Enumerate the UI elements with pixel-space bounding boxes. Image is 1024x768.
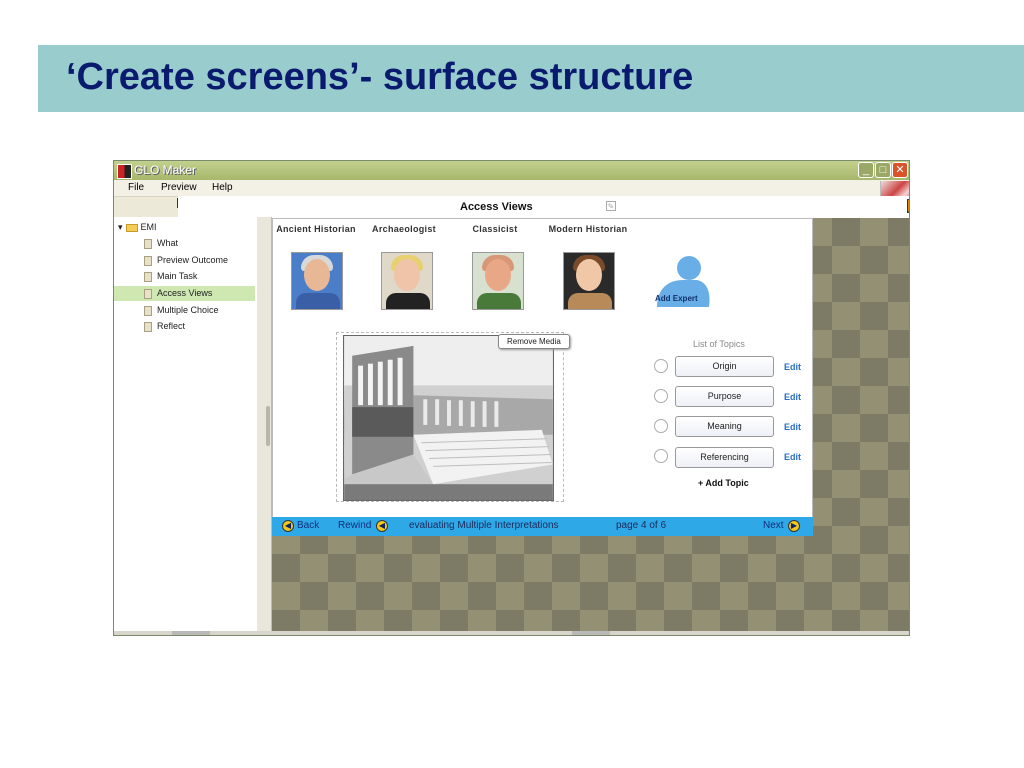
- tree-item-main-task[interactable]: Main Task: [144, 269, 197, 284]
- add-topic-button[interactable]: + Add Topic: [698, 478, 749, 488]
- topic-edit-origin[interactable]: Edit: [784, 362, 801, 372]
- screen-editor-card: Ancient Historian Archaeologist Classici…: [272, 218, 813, 536]
- tree-root-label: EMI: [140, 222, 157, 232]
- page-icon: [144, 271, 152, 282]
- status-bar: [114, 631, 909, 635]
- tree-item-what[interactable]: What: [144, 236, 178, 251]
- page-icon: [144, 288, 152, 299]
- tree-item-preview-outcome[interactable]: Preview Outcome: [144, 253, 228, 268]
- tree-item-multiple-choice[interactable]: Multiple Choice: [144, 303, 219, 318]
- next-button[interactable]: Next: [763, 520, 784, 531]
- splitter-grip-icon[interactable]: [266, 406, 270, 446]
- topics-title: List of Topics: [693, 339, 745, 349]
- page-icon: [144, 238, 152, 249]
- page-icon: [144, 305, 152, 316]
- topic-button-purpose[interactable]: Purpose: [675, 386, 774, 407]
- tree-item-reflect[interactable]: Reflect: [144, 319, 185, 334]
- expert-label: Archaeologist: [372, 224, 436, 234]
- topic-radio-referencing[interactable]: [654, 449, 668, 463]
- add-expert-button[interactable]: Add Expert: [655, 294, 698, 303]
- slide-title: ‘Create screens’- surface structure: [66, 56, 694, 98]
- lesson-title: evaluating Multiple Interpretations: [409, 520, 559, 531]
- expand-arrow-icon[interactable]: ▾: [118, 222, 123, 232]
- topic-radio-origin[interactable]: [654, 359, 668, 373]
- app-window: GLO Maker _ □ ✕ File Preview Help Access…: [113, 160, 910, 636]
- topic-button-meaning[interactable]: Meaning: [675, 416, 774, 437]
- expert-label: Classicist: [472, 224, 518, 234]
- page-icon: [144, 255, 152, 266]
- expert-photo-classicist[interactable]: [472, 252, 524, 310]
- expert-photo-modern-historian[interactable]: [563, 252, 615, 310]
- expert-photo-ancient-historian[interactable]: [291, 252, 343, 310]
- expert-label: Ancient Historian: [276, 224, 356, 234]
- back-button[interactable]: Back: [297, 520, 319, 531]
- page-indicator: page 4 of 6: [616, 520, 667, 531]
- maximize-button[interactable]: □: [875, 162, 891, 178]
- tree-item-label: Preview Outcome: [157, 255, 229, 265]
- topic-radio-meaning[interactable]: [654, 419, 668, 433]
- edit-pencil-icon[interactable]: ✎: [606, 201, 616, 211]
- tree-item-label: Reflect: [157, 321, 186, 331]
- tree-item-label: Multiple Choice: [157, 305, 219, 315]
- expert-label: Modern Historian: [548, 224, 628, 234]
- scrollbar-thumb[interactable]: [172, 631, 210, 635]
- app-icon: [117, 164, 132, 179]
- color-picker-icon[interactable]: [907, 199, 909, 213]
- header-strip: Access Views ✎: [178, 196, 909, 220]
- window-title-bar[interactable]: GLO Maker _ □ ✕: [114, 161, 909, 180]
- remove-media-button[interactable]: Remove Media: [498, 334, 570, 349]
- rewind-button[interactable]: Rewind: [338, 520, 371, 531]
- topic-edit-purpose[interactable]: Edit: [784, 392, 801, 402]
- page-icon: [144, 321, 152, 332]
- menu-bar: File Preview Help: [114, 180, 909, 197]
- scrollbar-thumb[interactable]: [572, 631, 610, 635]
- tree-item-access-views[interactable]: Access Views: [114, 286, 255, 301]
- expert-photo-archaeologist[interactable]: [381, 252, 433, 310]
- menu-preview[interactable]: Preview: [161, 182, 197, 193]
- window-title: GLO Maker: [134, 163, 197, 177]
- back-arrow-icon[interactable]: ◀: [282, 520, 294, 532]
- tree-item-label: What: [157, 238, 179, 248]
- page-title: Access Views: [460, 201, 533, 213]
- topic-button-origin[interactable]: Origin: [675, 356, 774, 377]
- minimize-button[interactable]: _: [858, 162, 874, 178]
- menu-file[interactable]: File: [128, 182, 144, 193]
- topic-radio-purpose[interactable]: [654, 389, 668, 403]
- media-image-pergamon-altar[interactable]: [343, 335, 554, 501]
- rewind-icon[interactable]: ◀: [376, 520, 388, 532]
- folder-icon: [125, 223, 138, 232]
- topic-edit-referencing[interactable]: Edit: [784, 452, 801, 462]
- menu-help[interactable]: Help: [212, 182, 233, 193]
- topic-button-referencing[interactable]: Referencing: [675, 447, 774, 468]
- navigation-bar: ◀ Back Rewind ◀ evaluating Multiple Inte…: [272, 517, 813, 536]
- tree-item-label: Access Views: [157, 288, 213, 298]
- tree-panel: ▾ EMI What Preview Outcome Main Task Acce…: [114, 217, 258, 631]
- next-arrow-icon[interactable]: ▶: [788, 520, 800, 532]
- tree-item-label: Main Task: [157, 271, 198, 281]
- tree-root[interactable]: ▾ EMI: [118, 220, 157, 235]
- close-button[interactable]: ✕: [892, 162, 908, 178]
- topic-edit-meaning[interactable]: Edit: [784, 422, 801, 432]
